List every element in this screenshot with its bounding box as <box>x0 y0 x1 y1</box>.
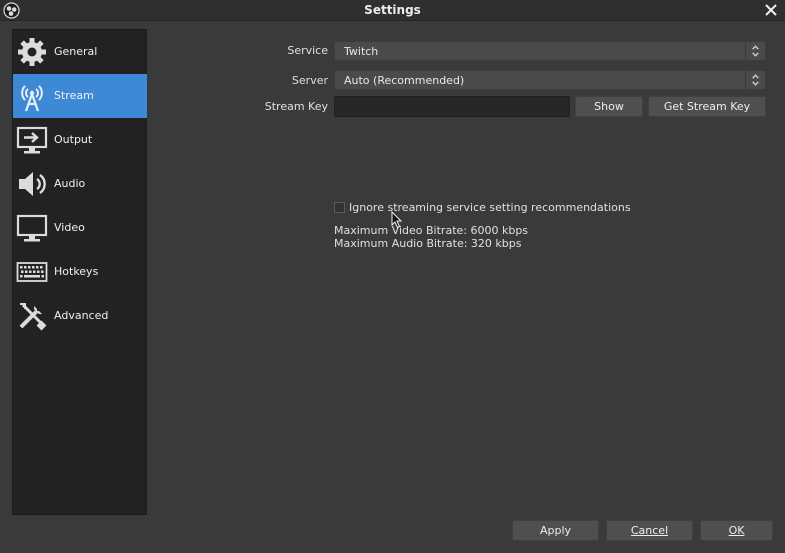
show-key-button[interactable]: Show <box>575 96 643 117</box>
title-bar: Settings <box>0 0 785 21</box>
close-icon[interactable] <box>763 2 779 18</box>
sidebar-item-label: Output <box>54 133 93 146</box>
window-title: Settings <box>364 3 421 17</box>
sidebar-item-label: Stream <box>54 89 94 102</box>
sidebar-item-label: General <box>54 45 98 58</box>
server-select[interactable]: Auto (Recommended) <box>334 70 766 90</box>
sidebar-item-label: Video <box>54 221 85 234</box>
stream-key-label: Stream Key <box>264 100 328 113</box>
combo-arrows-icon <box>745 42 759 60</box>
service-select[interactable]: Twitch <box>334 41 766 61</box>
combo-arrows-icon <box>745 71 759 89</box>
sidebar-item-stream[interactable]: Stream <box>13 74 147 118</box>
server-value: Auto (Recommended) <box>344 74 465 87</box>
sidebar-item-hotkeys[interactable]: Hotkeys <box>13 250 147 294</box>
sidebar-item-label: Audio <box>54 177 86 190</box>
cancel-button[interactable]: Cancel <box>606 520 693 541</box>
sidebar-item-video[interactable]: Video <box>13 206 147 250</box>
apply-button-label: Apply <box>539 524 572 537</box>
sidebar-item-advanced[interactable]: Advanced <box>13 294 147 338</box>
sidebar-item-output[interactable]: Output <box>13 118 147 162</box>
service-label: Service <box>287 44 328 57</box>
tools-icon <box>19 303 47 331</box>
antenna-icon <box>21 85 43 112</box>
cancel-button-label: Cancel <box>630 524 669 537</box>
ignore-recommendations-checkbox[interactable] <box>334 202 345 213</box>
ok-button-label: OK <box>728 524 745 537</box>
max-audio-bitrate: Maximum Audio Bitrate: 320 kbps <box>334 237 522 250</box>
server-label: Server <box>291 74 328 87</box>
speaker-icon <box>19 172 46 196</box>
sidebar-item-general[interactable]: General <box>13 30 147 74</box>
stream-key-input[interactable] <box>334 96 570 117</box>
gear-icon <box>18 38 46 66</box>
apply-button[interactable]: Apply <box>512 520 599 541</box>
service-value: Twitch <box>344 45 379 58</box>
keyboard-icon <box>16 262 48 282</box>
sidebar-item-label: Hotkeys <box>54 265 99 278</box>
mouse-cursor-icon <box>391 211 403 229</box>
output-monitor-icon <box>16 126 48 154</box>
sidebar-item-label: Advanced <box>54 309 109 322</box>
sidebar-item-audio[interactable]: Audio <box>13 162 147 206</box>
settings-sidebar: General Stream Output Audio Video Hotkey… <box>12 29 147 515</box>
monitor-icon <box>16 214 48 242</box>
max-video-bitrate: Maximum Video Bitrate: 6000 kbps <box>334 224 529 237</box>
get-stream-key-button[interactable]: Get Stream Key <box>648 96 766 117</box>
ok-button[interactable]: OK <box>700 520 773 541</box>
